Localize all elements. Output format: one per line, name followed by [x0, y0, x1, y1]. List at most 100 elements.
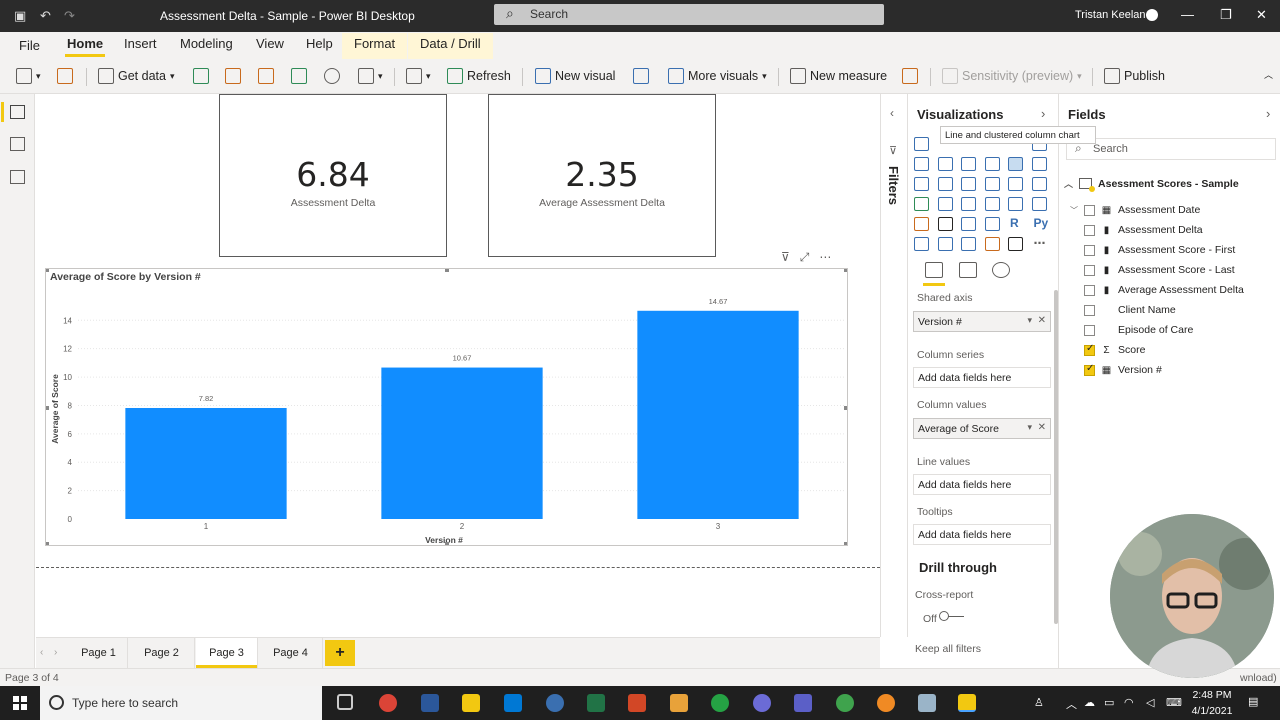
waterfall-icon[interactable]	[914, 177, 929, 191]
shared-axis-well[interactable]: Version # ▾ ✕	[913, 311, 1051, 332]
more-visuals-button[interactable]: More visuals ▾	[668, 68, 767, 84]
volume-icon[interactable]: ◁	[1146, 696, 1154, 709]
python-visual-icon[interactable]: Py	[1034, 216, 1049, 230]
field-item[interactable]: Σ Score	[1084, 340, 1145, 360]
notifications-icon[interactable]: ▤	[1248, 695, 1258, 708]
line-values-well[interactable]: Add data fields here	[913, 474, 1051, 495]
chevron-down-icon[interactable]: ▾	[1027, 315, 1032, 326]
clock-time[interactable]: 2:48 PM	[1190, 689, 1234, 701]
decomposition-tree-icon[interactable]	[937, 237, 953, 251]
r-visual-icon[interactable]: R	[1010, 216, 1019, 230]
treemap-icon[interactable]	[1031, 177, 1047, 191]
slicer-icon[interactable]	[937, 217, 953, 231]
report-canvas[interactable]: 6.84 Assessment Delta 2.35 Average Asses…	[36, 94, 880, 637]
chart-bar[interactable]	[381, 367, 543, 519]
field-table[interactable]: ︿ Asessment Scores - Sample	[1064, 177, 1239, 192]
paginated-icon[interactable]	[1008, 237, 1023, 251]
filter-icon[interactable]: ⊽	[781, 250, 790, 265]
network-icon[interactable]: ▭	[1104, 696, 1114, 709]
redo-icon[interactable]: ↷	[64, 8, 75, 24]
page-tab-1[interactable]: Page 1	[70, 638, 128, 668]
get-data-button[interactable]: Get data ▾	[98, 68, 174, 84]
resize-handle[interactable]	[445, 542, 449, 545]
task-view-icon[interactable]	[337, 694, 353, 710]
publish-button[interactable]: Publish	[1104, 68, 1165, 84]
more-visuals-icon[interactable]: ⋯	[1034, 236, 1046, 250]
tab-modeling[interactable]: Modeling	[178, 36, 235, 51]
fields-search-input[interactable]: ⌕ Search	[1066, 138, 1276, 160]
user-name[interactable]: Tristan Keelan	[1075, 9, 1146, 21]
add-page-button[interactable]: +	[325, 640, 355, 666]
qa-icon[interactable]	[961, 237, 976, 251]
settings-icon[interactable]	[753, 694, 771, 712]
chevron-up-icon[interactable]: ︿	[1066, 696, 1077, 712]
next-page-icon[interactable]: ›	[54, 647, 57, 658]
field-item[interactable]: ﹀ ▦ Assessment Date	[1070, 200, 1200, 220]
resize-handle[interactable]	[445, 269, 449, 272]
page-tab-3[interactable]: Page 3	[196, 638, 258, 668]
restore-icon[interactable]: ❐	[1220, 7, 1232, 23]
sql-button[interactable]	[258, 68, 274, 84]
chevron-left-icon[interactable]: ‹	[890, 106, 894, 120]
quick-measure-button[interactable]	[902, 68, 918, 84]
field-item[interactable]: ▮ Assessment Score - First	[1084, 240, 1235, 260]
line-clustered-column-icon[interactable]	[1008, 157, 1023, 171]
card-assessment-delta[interactable]: 6.84 Assessment Delta	[219, 94, 447, 257]
page-tab-2[interactable]: Page 2	[129, 638, 195, 668]
title-search-box[interactable]: ⌕ Search	[494, 4, 884, 25]
analytics-magnifier-icon[interactable]	[992, 262, 1010, 278]
dataverse-button[interactable]	[324, 68, 340, 84]
app-icon[interactable]	[918, 694, 936, 712]
field-item[interactable]: ▮ Average Assessment Delta	[1084, 280, 1244, 300]
card-icon[interactable]	[1008, 197, 1023, 211]
field-checkbox[interactable]	[1084, 204, 1095, 216]
pie-chart-icon[interactable]	[984, 177, 1000, 191]
remove-field-icon[interactable]: ✕	[1038, 422, 1046, 433]
column-series-well[interactable]: Add data fields here	[913, 367, 1051, 388]
resize-handle[interactable]	[844, 406, 847, 410]
key-influencers-icon[interactable]	[914, 237, 929, 251]
filters-pane[interactable]: ‹ ⊽ Filters	[880, 94, 908, 637]
report-view-icon[interactable]	[1, 102, 25, 122]
onedrive-icon[interactable]: ☁	[1084, 696, 1095, 709]
field-checkbox[interactable]	[1084, 363, 1095, 376]
chart-bar[interactable]	[637, 310, 799, 519]
field-item[interactable]: ▮ Assessment Score - Last	[1084, 260, 1235, 280]
focus-mode-icon[interactable]: ⤢	[800, 250, 810, 265]
new-visual-button[interactable]: New visual	[535, 68, 615, 84]
card-average-assessment-delta[interactable]: 2.35 Average Assessment Delta	[488, 94, 716, 257]
field-item[interactable]: Episode of Care	[1084, 320, 1193, 340]
tab-help[interactable]: Help	[304, 36, 335, 51]
smart-narrative-icon[interactable]	[984, 237, 1000, 251]
chevron-up-icon[interactable]: ︿	[1064, 177, 1073, 190]
tab-data-drill[interactable]: Data / Drill	[408, 33, 493, 59]
transform-data-button[interactable]: ▾	[406, 68, 431, 84]
resize-handle[interactable]	[46, 542, 49, 545]
resize-handle[interactable]	[844, 269, 847, 272]
chart-bar[interactable]	[125, 408, 287, 519]
taskbar-search[interactable]: Type here to search	[40, 686, 322, 720]
shape-map-icon[interactable]	[961, 197, 976, 211]
tab-view[interactable]: View	[254, 36, 286, 51]
funnel-icon[interactable]	[937, 177, 953, 191]
tab-file[interactable]: File	[17, 38, 42, 53]
field-item[interactable]: ▮ Assessment Delta	[1084, 220, 1203, 240]
fields-well-tab[interactable]	[923, 262, 945, 286]
teams-icon[interactable]	[794, 694, 812, 712]
start-button[interactable]	[0, 686, 40, 720]
prev-page-icon[interactable]: ‹	[40, 647, 43, 658]
donut-chart-icon[interactable]	[1008, 177, 1023, 191]
power-bi-icon[interactable]	[958, 694, 976, 712]
field-checkbox[interactable]	[1084, 324, 1095, 336]
new-measure-button[interactable]: New measure	[790, 68, 887, 84]
column-chart-visual[interactable]: Average of Score by Version # 0 2 4 6 8 10 12 1…	[45, 268, 848, 546]
format-painter-button[interactable]	[57, 68, 73, 84]
format-paint-roller-icon[interactable]	[959, 262, 977, 278]
gauge-icon[interactable]	[984, 197, 1000, 211]
remove-field-icon[interactable]: ✕	[1038, 315, 1046, 326]
excel-icon[interactable]	[587, 694, 605, 712]
data-view-icon[interactable]	[10, 137, 25, 151]
chevron-right-icon[interactable]: ›	[1266, 106, 1270, 121]
app-icon[interactable]	[711, 694, 729, 712]
cross-report-toggle[interactable]	[939, 611, 964, 622]
